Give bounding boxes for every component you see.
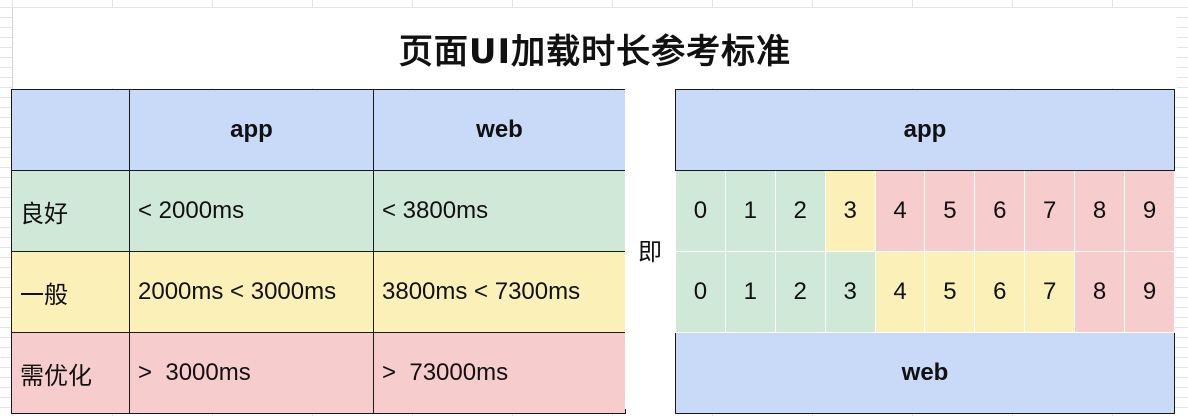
web-threshold-normal: 3800ms < 7300ms <box>373 251 626 333</box>
level-label-good: 良好 <box>11 170 130 252</box>
web-scale-digit-cell: 3 <box>824 251 876 333</box>
app-threshold-optimize: > 3000ms <box>129 332 374 414</box>
scale-web-label: web <box>675 332 1175 414</box>
web-threshold-optimize: > 73000ms <box>373 332 626 414</box>
app-threshold-normal: 2000ms < 3000ms <box>129 251 374 333</box>
scale-app-header-row: app <box>675 89 1175 171</box>
web-scale-digit-cell: 2 <box>774 251 826 333</box>
web-scale-row: 0123456789 <box>675 251 1175 333</box>
web-scale-digit-cell: 1 <box>724 251 776 333</box>
level-label-optimize: 需优化 <box>11 332 130 414</box>
scale-web-footer-row: web <box>675 332 1175 414</box>
header-app: app <box>129 89 374 171</box>
row-good: 良好 < 2000ms < 3800ms <box>11 170 626 252</box>
header-empty-cell <box>11 89 130 171</box>
row-optimize: 需优化 > 3000ms > 73000ms <box>11 332 626 414</box>
web-threshold-good: < 3800ms <box>373 170 626 252</box>
app-scale-digit-cell: 9 <box>1124 170 1175 252</box>
connector-text: 即 <box>638 237 662 266</box>
web-scale-digit-cell: 5 <box>924 251 976 333</box>
scale-app-label: app <box>675 89 1175 171</box>
header-web: web <box>373 89 626 171</box>
web-scale-digit-cell: 0 <box>675 251 726 333</box>
page-title: 页面UI加载时长参考标准 <box>398 31 792 72</box>
app-threshold-good: < 2000ms <box>129 170 374 252</box>
web-scale-digit-cell: 8 <box>1074 251 1126 333</box>
web-scale-digit-cell: 9 <box>1124 251 1175 333</box>
scale-table: app 0123456789 0123456789 web <box>675 89 1175 414</box>
standards-table: app web 良好 < 2000ms < 3800ms 一般 2000ms <… <box>11 89 626 414</box>
app-scale-digit-cell: 8 <box>1074 170 1126 252</box>
web-scale-digit-cell: 6 <box>974 251 1026 333</box>
app-scale-digit-cell: 4 <box>874 170 926 252</box>
app-scale-digit-cell: 6 <box>974 170 1026 252</box>
standards-header-row: app web <box>11 89 626 171</box>
app-scale-digit-cell: 5 <box>924 170 976 252</box>
web-scale-digit-cell: 4 <box>874 251 926 333</box>
app-scale-digit-cell: 0 <box>675 170 726 252</box>
title-row: 页面UI加载时长参考标准 <box>12 8 1177 88</box>
app-scale-digit-cell: 7 <box>1024 170 1076 252</box>
app-scale-row: 0123456789 <box>675 170 1175 252</box>
app-scale-digit-cell: 1 <box>724 170 776 252</box>
connector-column: 即 <box>625 89 675 409</box>
web-scale-digit-cell: 7 <box>1024 251 1076 333</box>
app-scale-digit-cell: 2 <box>774 170 826 252</box>
app-scale-digit-cell: 3 <box>824 170 876 252</box>
row-normal: 一般 2000ms < 3000ms 3800ms < 7300ms <box>11 251 626 333</box>
level-label-normal: 一般 <box>11 251 130 333</box>
